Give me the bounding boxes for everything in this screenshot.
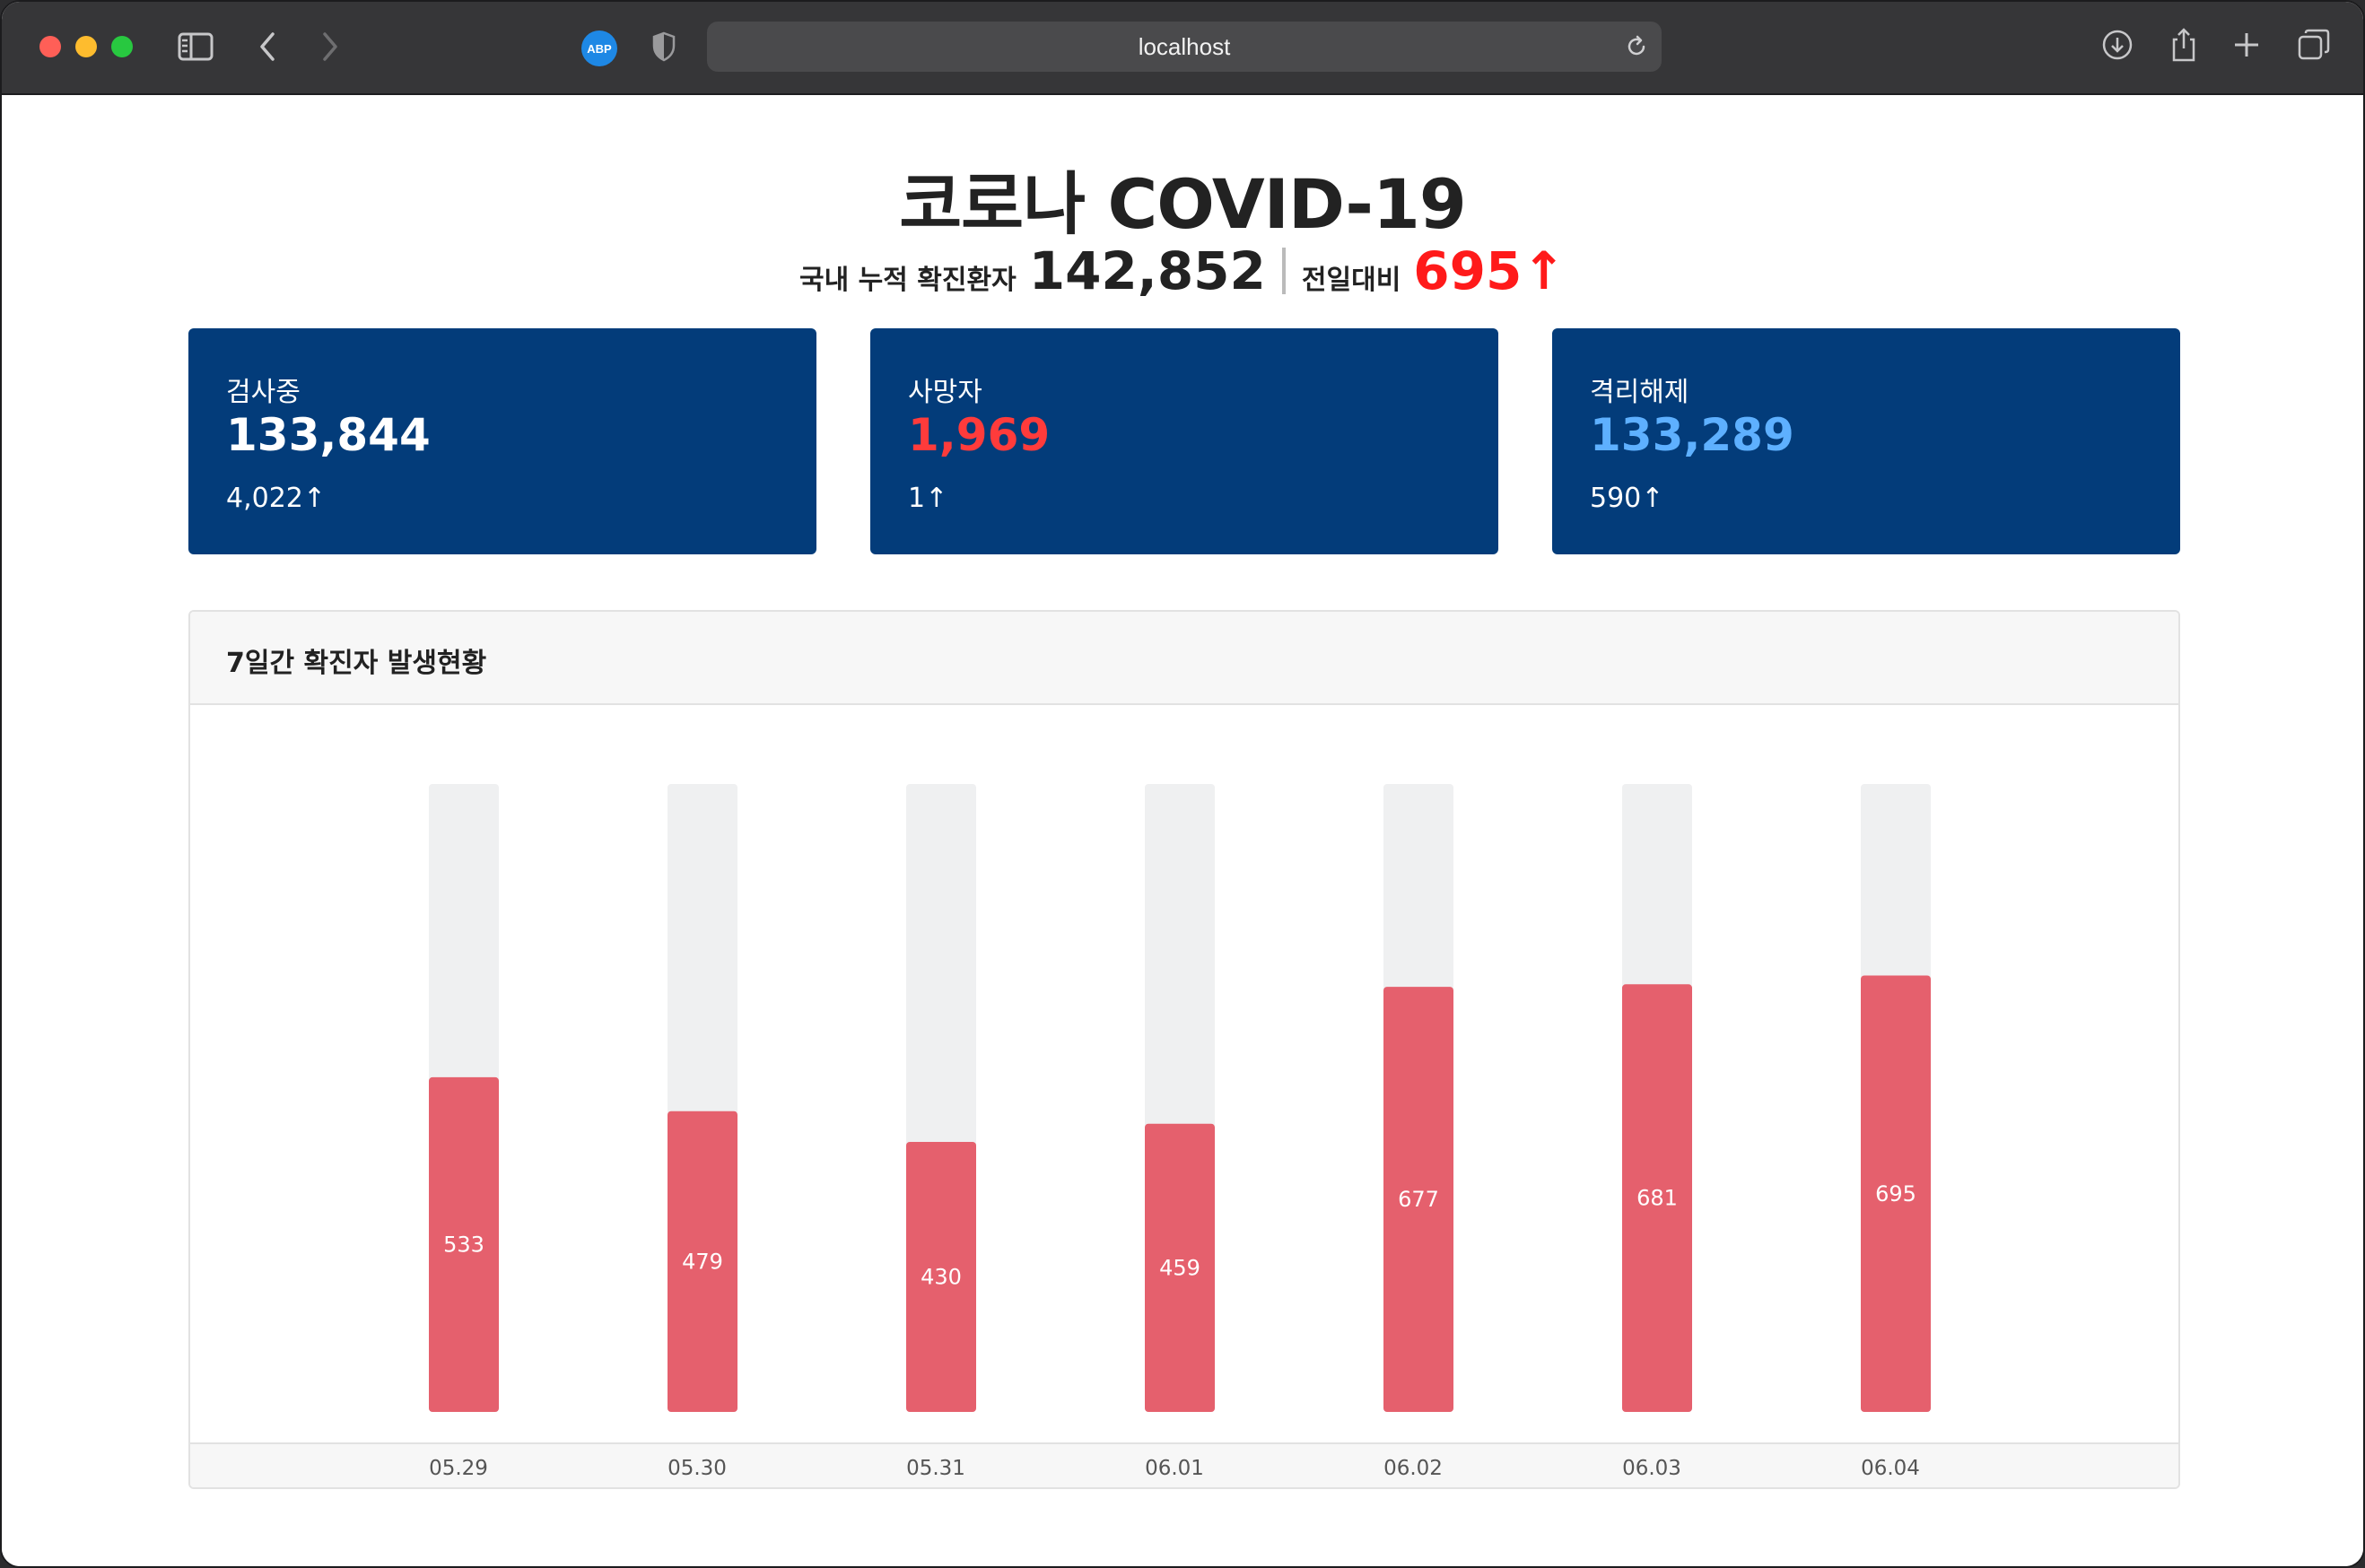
weekly-chart-card: 7일간 확진자 발생현황 533 05.29 479 05.30 430 05.31 459…: [188, 610, 2180, 1489]
card-released: 격리해제 133,289 590↑: [1552, 328, 2180, 554]
bar-value-label: 430: [921, 1265, 962, 1290]
daily-change-value: 695↑: [1413, 240, 1566, 301]
x-tick-label: 05.30: [668, 1457, 727, 1480]
back-icon[interactable]: [257, 30, 278, 63]
card-value: 133,844: [226, 409, 431, 461]
address-bar[interactable]: localhost: [707, 22, 1662, 72]
browser-toolbar: ABP localhost: [2, 2, 2363, 95]
x-tick-label: 06.01: [1145, 1457, 1204, 1480]
address-text: localhost: [1138, 32, 1231, 60]
forward-icon[interactable]: [319, 30, 341, 63]
x-tick-label: 06.03: [1622, 1457, 1681, 1480]
downloads-icon[interactable]: [2101, 29, 2134, 61]
bar-value-label: 533: [443, 1232, 484, 1257]
x-tick-label: 05.29: [429, 1457, 488, 1480]
minimize-window-button[interactable]: [75, 36, 97, 57]
card-label: 검사중: [226, 377, 301, 408]
cumulative-value: 142,852: [1028, 240, 1266, 301]
bar-value-label: 695: [1875, 1181, 1916, 1206]
sidebar-toggle-icon[interactable]: [178, 30, 214, 63]
card-value: 1,969: [908, 409, 1051, 461]
bar-value-label: 459: [1159, 1255, 1200, 1280]
zoom-window-button[interactable]: [111, 36, 133, 57]
share-icon[interactable]: [2168, 27, 2200, 63]
x-tick-label: 06.02: [1383, 1457, 1443, 1480]
tab-overview-icon[interactable]: [2297, 29, 2331, 61]
browser-window: ABP localhost 코로나 COVID-19 국내 누적 확진환자 14…: [0, 0, 2365, 1568]
card-delta: 1↑: [908, 483, 948, 514]
bar-value-label: 677: [1398, 1187, 1439, 1212]
bar-value-label: 681: [1636, 1186, 1678, 1211]
card-label: 격리해제: [1590, 377, 1689, 408]
shield-icon[interactable]: [651, 30, 676, 63]
x-tick-label: 06.04: [1861, 1457, 1920, 1480]
close-window-button[interactable]: [39, 36, 61, 57]
page-content: 코로나 COVID-19 국내 누적 확진환자 142,852 전일대비 695…: [2, 97, 2363, 1566]
card-value: 133,289: [1590, 409, 1794, 461]
stat-cards: 검사중 133,844 4,022↑ 사망자 1,969 1↑ 격리해제 133…: [188, 328, 2180, 554]
bar-value-label: 479: [682, 1249, 723, 1274]
bar-chart: 533 05.29 479 05.30 430 05.31 459 06.01 677 06.02…: [429, 784, 1931, 1480]
card-delta: 4,022↑: [226, 483, 327, 514]
daily-change-label: 전일대비: [1301, 265, 1401, 296]
page-title: 코로나 COVID-19: [899, 164, 1466, 244]
adblock-extension-icon[interactable]: ABP: [581, 30, 617, 66]
card-label: 사망자: [908, 377, 982, 408]
reload-icon[interactable]: [1624, 34, 1649, 59]
cumulative-label: 국내 누적 확진환자: [799, 265, 1017, 296]
x-tick-label: 05.31: [906, 1457, 965, 1480]
card-delta: 590↑: [1590, 483, 1664, 514]
summary-divider: [1281, 248, 1286, 294]
card-deaths: 사망자 1,969 1↑: [870, 328, 1498, 554]
new-tab-icon[interactable]: [2232, 30, 2261, 59]
card-testing: 검사중 133,844 4,022↑: [188, 328, 816, 554]
cumulative-summary: 국내 누적 확진환자 142,852 전일대비 695↑: [2, 240, 2363, 301]
